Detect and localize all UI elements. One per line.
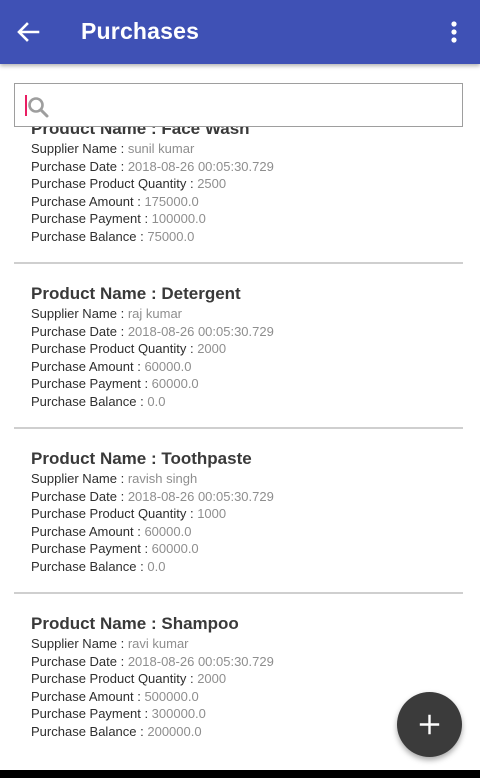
purchase-details: Supplier Name : raj kumar Purchase Date … (31, 305, 274, 410)
balance-value: 200000.0 (147, 723, 202, 739)
amount-value: 60000.0 (144, 358, 192, 374)
balance-row: Purchase Balance : 200000.0 (31, 723, 274, 741)
supplier-value: sunil kumar (127, 141, 195, 156)
arrow-back-icon[interactable] (12, 16, 44, 48)
supplier-row: Supplier Name : sunil kumar (31, 140, 274, 158)
purchase-details: Supplier Name : ravi kumar Purchase Date… (31, 635, 274, 740)
purchase-card[interactable]: Product Name : Toothpaste Supplier Name … (14, 429, 463, 594)
date-row: Purchase Date : 2018-08-26 00:05:30.729 (31, 323, 274, 341)
amount-row: Purchase Amount : 60000.0 (31, 523, 274, 541)
more-vert-icon[interactable] (442, 16, 466, 48)
date-row: Purchase Date : 2018-08-26 00:05:30.729 (31, 653, 274, 671)
date-row: Purchase Date : 2018-08-26 00:05:30.729 (31, 158, 274, 176)
balance-value: 0.0 (147, 393, 166, 409)
balance-label: Purchase Balance : (31, 393, 148, 409)
balance-row: Purchase Balance : 75000.0 (31, 228, 274, 246)
balance-row: Purchase Balance : 0.0 (31, 393, 274, 411)
supplier-row: Supplier Name : ravi kumar (31, 635, 274, 653)
system-nav-bar (0, 770, 480, 778)
product-name-value: Detergent (161, 284, 241, 303)
date-label: Purchase Date : (31, 488, 128, 504)
supplier-label: Supplier Name : (31, 141, 128, 156)
payment-row: Purchase Payment : 60000.0 (31, 375, 274, 393)
payment-label: Purchase Payment : (31, 541, 152, 556)
supplier-value: raj kumar (127, 306, 183, 321)
supplier-row: Supplier Name : raj kumar (31, 305, 274, 323)
payment-row: Purchase Payment : 60000.0 (31, 540, 274, 558)
payment-label: Purchase Payment : (31, 376, 152, 391)
quantity-value: 1000 (197, 506, 227, 521)
purchase-details: Supplier Name : sunil kumar Purchase Dat… (31, 140, 274, 245)
date-value: 2018-08-26 00:05:30.729 (127, 158, 274, 174)
balance-label: Purchase Balance : (31, 723, 148, 739)
payment-row: Purchase Payment : 100000.0 (31, 210, 274, 228)
date-value: 2018-08-26 00:05:30.729 (127, 488, 274, 504)
date-label: Purchase Date : (31, 158, 128, 174)
product-name: Product Name : Shampoo (31, 614, 239, 634)
search-input[interactable] (14, 83, 463, 127)
quantity-label: Purchase Product Quantity : (31, 671, 198, 686)
product-name-label: Product Name : (31, 284, 162, 303)
amount-value: 500000.0 (144, 688, 199, 704)
supplier-label: Supplier Name : (31, 306, 128, 321)
balance-value: 75000.0 (147, 228, 195, 244)
amount-label: Purchase Amount : (31, 193, 145, 209)
supplier-label: Supplier Name : (31, 636, 128, 651)
amount-row: Purchase Amount : 500000.0 (31, 688, 274, 706)
amount-label: Purchase Amount : (31, 523, 145, 539)
payment-label: Purchase Payment : (31, 706, 152, 721)
product-name-label: Product Name : (31, 449, 162, 468)
date-value: 2018-08-26 00:05:30.729 (127, 653, 274, 669)
add-purchase-button[interactable] (397, 692, 462, 757)
product-name: Product Name : Detergent (31, 284, 241, 304)
page-title: Purchases (81, 18, 200, 44)
payment-value: 300000.0 (151, 706, 206, 721)
amount-row: Purchase Amount : 60000.0 (31, 358, 274, 376)
app-bar: Purchases (0, 0, 480, 64)
payment-label: Purchase Payment : (31, 211, 152, 226)
purchase-card[interactable]: Product Name : Detergent Supplier Name :… (14, 264, 463, 429)
payment-value: 60000.0 (151, 376, 199, 391)
quantity-row: Purchase Product Quantity : 1000 (31, 505, 274, 523)
amount-row: Purchase Amount : 175000.0 (31, 193, 274, 211)
balance-value: 0.0 (147, 558, 166, 574)
amount-label: Purchase Amount : (31, 358, 145, 374)
balance-label: Purchase Balance : (31, 228, 148, 244)
product-name: Product Name : Toothpaste (31, 449, 252, 469)
balance-label: Purchase Balance : (31, 558, 148, 574)
date-row: Purchase Date : 2018-08-26 00:05:30.729 (31, 488, 274, 506)
quantity-value: 2000 (197, 671, 227, 686)
amount-value: 175000.0 (144, 193, 199, 209)
quantity-label: Purchase Product Quantity : (31, 506, 198, 521)
payment-row: Purchase Payment : 300000.0 (31, 705, 274, 723)
purchase-details: Supplier Name : ravish singh Purchase Da… (31, 470, 274, 575)
quantity-value: 2500 (197, 176, 227, 191)
product-name-value: Shampoo (161, 614, 239, 633)
quantity-row: Purchase Product Quantity : 2500 (31, 175, 274, 193)
amount-label: Purchase Amount : (31, 688, 145, 704)
supplier-value: ravish singh (127, 471, 198, 486)
search-icon (26, 95, 50, 119)
date-value: 2018-08-26 00:05:30.729 (127, 323, 274, 339)
quantity-row: Purchase Product Quantity : 2000 (31, 670, 274, 688)
product-name-label: Product Name : (31, 614, 162, 633)
payment-value: 100000.0 (151, 211, 206, 226)
supplier-label: Supplier Name : (31, 471, 128, 486)
quantity-label: Purchase Product Quantity : (31, 341, 198, 356)
quantity-value: 2000 (197, 341, 227, 356)
balance-row: Purchase Balance : 0.0 (31, 558, 274, 576)
product-name-value: Toothpaste (161, 449, 252, 468)
date-label: Purchase Date : (31, 323, 128, 339)
quantity-label: Purchase Product Quantity : (31, 176, 198, 191)
purchase-card[interactable]: Product Name : Shampoo Supplier Name : r… (14, 594, 463, 756)
purchase-list[interactable]: Product Name : Face Wash Supplier Name :… (0, 64, 480, 756)
supplier-value: ravi kumar (127, 636, 189, 651)
amount-value: 60000.0 (144, 523, 192, 539)
payment-value: 60000.0 (151, 541, 199, 556)
date-label: Purchase Date : (31, 653, 128, 669)
supplier-row: Supplier Name : ravish singh (31, 470, 274, 488)
plus-icon (419, 714, 440, 735)
quantity-row: Purchase Product Quantity : 2000 (31, 340, 274, 358)
